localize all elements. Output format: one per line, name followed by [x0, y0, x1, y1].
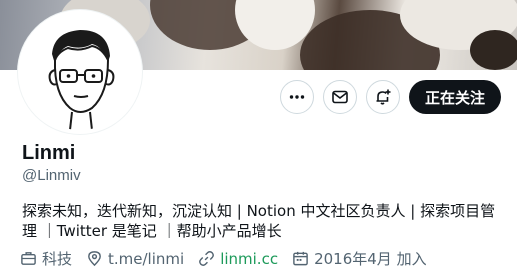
profile-meta: 科技 t.me/linmi linmi.cc 2016年4月 加入: [20, 248, 427, 269]
meta-location: t.me/linmi: [86, 250, 184, 268]
avatar[interactable]: [18, 10, 142, 134]
link-icon: [199, 251, 215, 266]
more-button[interactable]: [279, 80, 314, 114]
profile-bio: 探索未知，迭代新知，沉淀认知 | Notion 中文社区负责人 | 探索项目管理…: [22, 202, 496, 240]
meta-joined-label: 2016年4月 加入: [314, 250, 427, 268]
message-button[interactable]: [322, 80, 357, 114]
profile-name: Linmi: [22, 142, 76, 164]
notify-button[interactable]: [365, 80, 400, 114]
following-button[interactable]: 正在关注: [408, 80, 501, 114]
meta-category: 科技: [20, 248, 72, 269]
meta-location-label: t.me/linmi: [108, 249, 185, 268]
website-link[interactable]: linmi.cc: [220, 250, 278, 268]
calendar-icon: [293, 251, 308, 266]
meta-website[interactable]: linmi.cc: [198, 250, 278, 268]
notification-add-icon: [376, 89, 391, 105]
meta-joined: 2016年4月 加入: [292, 248, 427, 269]
location-pin-icon: [88, 251, 101, 267]
avatar-illustration: [48, 30, 115, 130]
profile-handle: @Linmiv: [22, 167, 81, 184]
briefcase-icon: [21, 252, 36, 265]
more-icon: [289, 95, 305, 99]
message-icon: [332, 90, 348, 104]
meta-category-label: 科技: [42, 250, 73, 268]
profile-actions: 正在关注: [279, 80, 501, 114]
